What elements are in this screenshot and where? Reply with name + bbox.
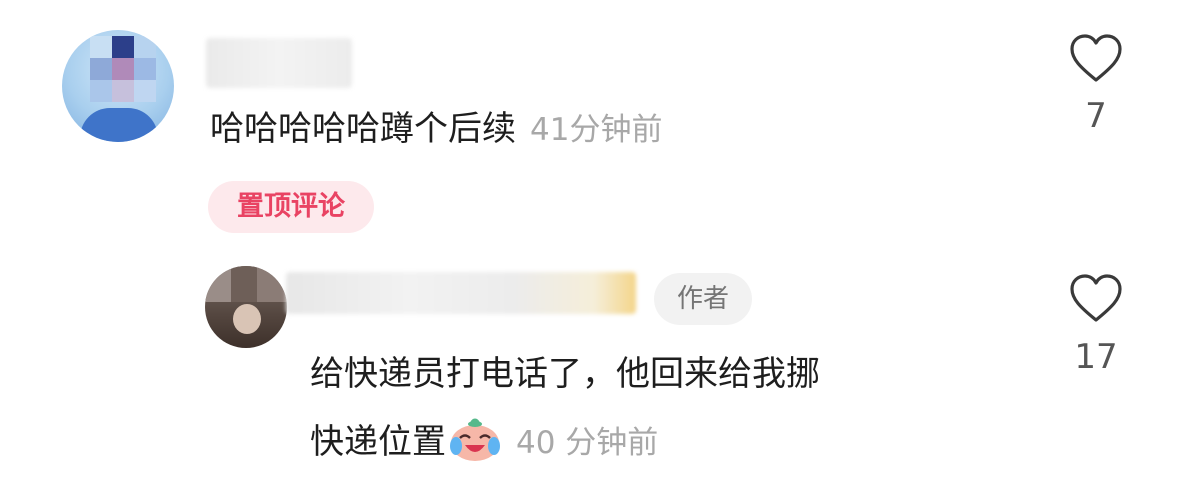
avatar[interactable] — [205, 266, 287, 348]
comment-time: 41分钟前 — [530, 112, 663, 148]
like-count: 7 — [1085, 96, 1107, 136]
comment-body: 哈哈哈哈哈蹲个后续 — [210, 109, 516, 149]
heart-icon[interactable] — [1068, 273, 1124, 325]
comment-text: 给快递员打电话了，他回来给我挪 快递位置 40 分钟前 — [310, 340, 1010, 477]
comment-time: 40 分钟前 — [516, 425, 659, 461]
comment-text: 哈哈哈哈哈蹲个后续 41分钟前 — [210, 104, 662, 155]
pinned-badge: 置顶评论 — [208, 181, 374, 233]
username-redacted[interactable] — [206, 38, 352, 88]
comment-body-line2: 快递位置 — [310, 422, 446, 462]
crying-laughing-face-icon — [450, 418, 500, 461]
heart-icon[interactable] — [1068, 33, 1124, 85]
author-badge: 作者 — [654, 273, 752, 325]
comment-body-line1: 给快递员打电话了，他回来给我挪 — [310, 354, 820, 394]
avatar[interactable] — [62, 30, 174, 142]
username-redacted[interactable] — [286, 272, 636, 314]
like-count: 17 — [1074, 337, 1118, 377]
